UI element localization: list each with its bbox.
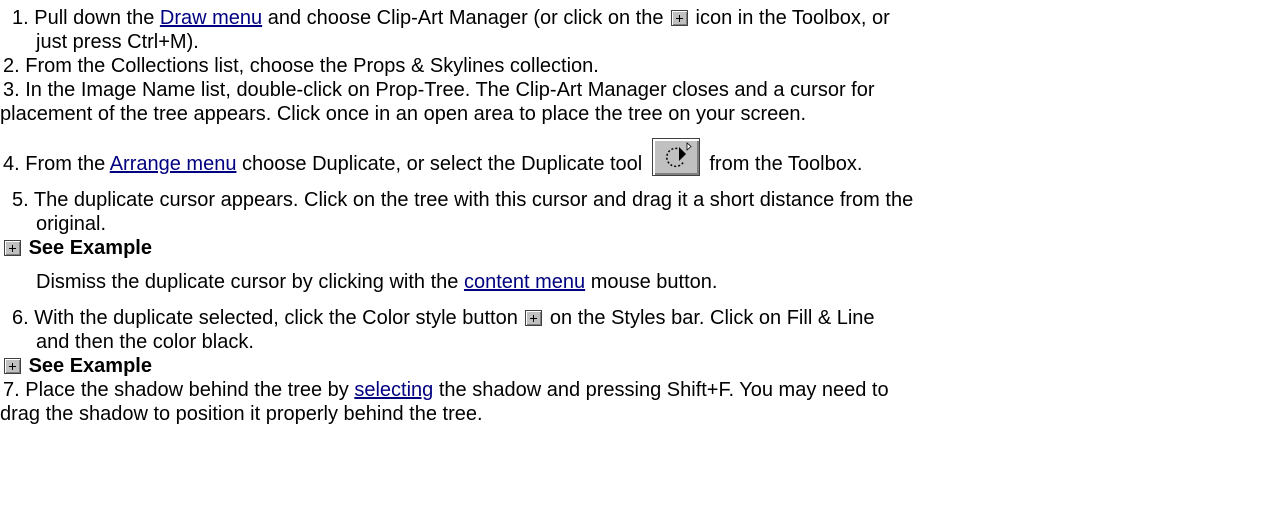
step-6-text-b: on the Styles bar. Click on Fill & Line <box>544 307 875 329</box>
duplicate-tool-icon[interactable] <box>651 138 700 176</box>
step-4-text-a: 4. From the <box>3 153 110 175</box>
selecting-link[interactable]: selecting <box>354 379 433 401</box>
example-2-plus-icon[interactable] <box>4 358 21 374</box>
step-6-text-a: 6. With the duplicate selected, click th… <box>12 307 524 329</box>
step-1-text-a: 1. Pull down the <box>12 7 160 29</box>
step-3-text-b: placement of the tree appears. Click onc… <box>0 103 807 125</box>
step-1-line-2: just press Ctrl+M). <box>36 30 199 54</box>
dismiss-text-a: Dismiss the duplicate cursor by clicking… <box>36 271 464 293</box>
step-1-text-d: just press Ctrl+M). <box>36 31 199 53</box>
step-7-text-c: drag the shadow to position it properly … <box>0 403 483 425</box>
step-4-text-c: from the Toolbox. <box>703 153 863 175</box>
dismiss-line: Dismiss the duplicate cursor by clicking… <box>36 270 717 294</box>
step-2-line: 2. From the Collections list, choose the… <box>3 54 599 78</box>
step-1-text-c: icon in the Toolbox, or <box>690 7 890 29</box>
step-3-line-2: placement of the tree appears. Click onc… <box>0 102 806 126</box>
step-6-line-1: 6. With the duplicate selected, click th… <box>12 306 875 330</box>
step-6-line-2: and then the color black. <box>36 330 254 354</box>
step-4-line: 4. From the Arrange menu choose Duplicat… <box>3 138 862 184</box>
step-3-text-a: 3. In the Image Name list, double-click … <box>3 79 875 101</box>
see-example-1[interactable]: See Example <box>4 236 152 260</box>
step-7-line-1: 7. Place the shadow behind the tree by s… <box>3 378 889 402</box>
color-style-button-icon[interactable] <box>525 310 543 326</box>
step-6-text-c: and then the color black. <box>36 331 254 353</box>
draw-menu-link[interactable]: Draw menu <box>160 7 262 29</box>
clip-art-manager-icon[interactable] <box>671 10 688 26</box>
step-7-text-b: the shadow and pressing Shift+F. You may… <box>433 379 889 401</box>
content-menu-link[interactable]: content menu <box>464 271 585 293</box>
see-example-1-label[interactable]: See Example <box>29 237 152 259</box>
step-7-line-2: drag the shadow to position it properly … <box>0 402 483 426</box>
see-example-2[interactable]: See Example <box>4 354 152 378</box>
example-1-plus-icon[interactable] <box>4 240 21 256</box>
step-3-line-1: 3. In the Image Name list, double-click … <box>3 78 875 102</box>
step-7-text-a: 7. Place the shadow behind the tree by <box>3 379 355 401</box>
step-1-line-1: 1. Pull down the Draw menu and choose Cl… <box>12 6 890 30</box>
step-1-text-b: and choose Clip-Art Manager (or click on… <box>262 7 669 29</box>
step-5-line-1: 5. The duplicate cursor appears. Click o… <box>12 188 913 212</box>
step-5-text-a: 5. The duplicate cursor appears. Click o… <box>12 189 914 211</box>
see-example-2-label[interactable]: See Example <box>29 355 152 377</box>
dismiss-text-b: mouse button. <box>585 271 718 293</box>
step-4-text-b: choose Duplicate, or select the Duplicat… <box>236 153 648 175</box>
arrange-menu-link[interactable]: Arrange menu <box>110 153 237 175</box>
step-5-line-2: original. <box>36 212 106 236</box>
step-2-text: 2. From the Collections list, choose the… <box>3 55 599 77</box>
step-5-text-b: original. <box>36 213 107 235</box>
